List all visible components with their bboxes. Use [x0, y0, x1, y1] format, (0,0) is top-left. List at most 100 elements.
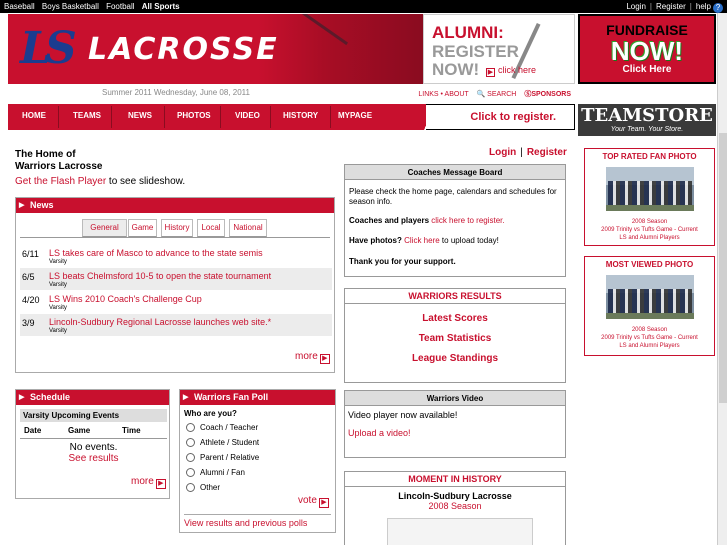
top-register-link[interactable]: Register — [656, 2, 686, 11]
photo-caption[interactable]: 2008 Season 2009 Trinity vs Tufts Game -… — [585, 218, 714, 242]
schedule-header: Schedule — [16, 390, 169, 405]
warriors-results: WARRIORS RESULTS Latest Scores Team Stat… — [344, 288, 566, 383]
teamstore-ad[interactable]: TEAMSTORE Your Team. Your Store. — [578, 104, 716, 136]
radio-button[interactable] — [186, 438, 195, 447]
news-more-link[interactable]: more ▶ — [295, 351, 330, 364]
nav-video[interactable]: VIDEO — [235, 111, 260, 120]
header-banner[interactable]: LS LACROSSE — [8, 14, 423, 84]
coach-message-3: Have photos? Click here to upload today! — [349, 236, 499, 245]
news-item[interactable]: 4/20 LS Wins 2010 Coach's Challenge Cup … — [20, 291, 332, 313]
tab-general[interactable]: General — [82, 219, 127, 237]
alumni-line2: REGISTER — [432, 42, 519, 61]
most-viewed-photo-panel: MOST VIEWED PHOTO 2008 Season 2009 Trini… — [584, 256, 715, 356]
alumni-line1: ALUMNI: — [432, 23, 504, 42]
login-link[interactable]: Login — [489, 147, 516, 158]
sub-header-bar: Summer 2011 Wednesday, June 08, 2011 LIN… — [8, 86, 575, 102]
see-results-link[interactable]: See results — [16, 453, 171, 464]
sports-links: Baseball Boys Basketball Football All Sp… — [4, 2, 185, 11]
poll-option[interactable]: Alumni / Fan — [186, 468, 245, 477]
warriors-video: Warriors Video Video player now availabl… — [344, 390, 566, 458]
radio-button[interactable] — [186, 453, 195, 462]
nav-teams[interactable]: TEAMS — [73, 111, 101, 120]
alumni-line3: NOW! — [432, 60, 480, 79]
sport-link-baseball[interactable]: Baseball — [4, 2, 35, 11]
season-date: Summer 2011 Wednesday, June 08, 2011 — [102, 88, 250, 97]
top-login-link[interactable]: Login — [626, 2, 646, 11]
scrollbar-thumb[interactable] — [719, 133, 727, 403]
click-to-register-bar[interactable]: Click to register. — [426, 104, 575, 130]
alumni-register-ad[interactable]: ALUMNI: REGISTER NOW! ▶ click here — [423, 14, 575, 84]
vote-button[interactable]: vote ▶ — [298, 495, 329, 508]
help-icon[interactable]: ? — [713, 3, 723, 13]
click-to-register-link[interactable]: Click to register. — [470, 111, 556, 123]
page-scrollbar[interactable] — [717, 13, 727, 545]
sport-link-football[interactable]: Football — [106, 2, 134, 11]
tab-local[interactable]: Local — [197, 219, 225, 237]
nav-photos[interactable]: PHOTOS — [177, 111, 211, 120]
register-link[interactable]: Register — [527, 147, 567, 158]
sport-link-boys-basketball[interactable]: Boys Basketball — [42, 2, 99, 11]
top-help-link[interactable]: help — [696, 2, 711, 11]
news-item[interactable]: 3/9 Lincoln-Sudbury Regional Lacrosse la… — [20, 314, 332, 336]
upload-video-link[interactable]: Upload a video! — [345, 424, 565, 442]
fundraise-click-here[interactable]: Click Here — [580, 64, 714, 75]
moment-title: Lincoln-Sudbury Lacrosse — [398, 491, 512, 501]
poll-header: Warriors Fan Poll — [180, 390, 335, 405]
radio-button[interactable] — [186, 483, 195, 492]
nav-home[interactable]: HOME — [22, 111, 46, 120]
nav-news[interactable]: NEWS — [128, 111, 152, 120]
news-headline[interactable]: LS takes care of Masco to advance to the… — [49, 248, 263, 258]
main-nav: HOME TEAMS NEWS PHOTOS VIDEO HISTORY MYP… — [8, 104, 428, 130]
news-header: News — [16, 198, 334, 213]
news-panel: News General Game History Local National… — [15, 197, 335, 373]
tab-national[interactable]: National — [229, 219, 267, 237]
moment-photo[interactable] — [387, 518, 533, 545]
radio-button[interactable] — [186, 468, 195, 477]
alumni-click-here[interactable]: ▶ click here — [486, 65, 536, 77]
poll-option[interactable]: Other — [186, 483, 220, 492]
team-statistics-link[interactable]: Team Statistics — [345, 333, 565, 344]
sport-link-all-sports[interactable]: All Sports — [142, 2, 180, 11]
utility-links: LINKS • ABOUT 🔍 SEARCH ⓈSPONSORS — [418, 89, 571, 99]
team-photo[interactable] — [605, 275, 694, 319]
arrow-right-icon: ▶ — [486, 68, 495, 77]
login-register: Login | Register — [489, 147, 567, 158]
search-link[interactable]: 🔍 SEARCH — [477, 91, 517, 98]
news-item[interactable]: 6/5 LS beats Chelmsford 10-5 to open the… — [20, 268, 332, 290]
nav-mypage[interactable]: MYPAGE — [338, 111, 372, 120]
upload-photo-link[interactable]: Click here — [404, 236, 440, 245]
photo-caption[interactable]: 2008 Season 2009 Trinity vs Tufts Game -… — [585, 326, 714, 350]
links-about-link[interactable]: LINKS • ABOUT — [418, 91, 468, 98]
site-title: LACROSSE — [88, 32, 279, 67]
poll-option[interactable]: Coach / Teacher — [186, 423, 258, 432]
news-headline[interactable]: LS Wins 2010 Coach's Challenge Cup — [49, 294, 202, 304]
moment-header: MOMENT IN HISTORY — [345, 472, 565, 487]
flash-player-link[interactable]: Get the Flash Player — [15, 176, 106, 187]
coach-register-link[interactable]: click here to register. — [431, 216, 504, 225]
view-poll-results-link[interactable]: View results and previous polls — [184, 518, 307, 528]
arrow-right-icon: ▶ — [155, 479, 166, 489]
moment-in-history: MOMENT IN HISTORY Lincoln-Sudbury Lacros… — [344, 471, 566, 545]
search-icon: 🔍 — [476, 91, 486, 98]
radio-button[interactable] — [186, 423, 195, 432]
news-item[interactable]: 6/11 LS takes care of Masco to advance t… — [20, 245, 332, 267]
schedule-more-link[interactable]: more ▶ — [131, 476, 166, 489]
fundraise-ad[interactable]: FUNDRAISE NOW! Click Here — [578, 14, 716, 84]
team-photo[interactable] — [605, 167, 694, 211]
nav-history[interactable]: HISTORY — [283, 111, 318, 120]
coaches-board-header: Coaches Message Board — [345, 165, 565, 180]
news-headline[interactable]: Lincoln-Sudbury Regional Lacrosse launch… — [49, 317, 271, 327]
latest-scores-link[interactable]: Latest Scores — [345, 313, 565, 324]
poll-question: Who are you? — [184, 409, 237, 418]
poll-option[interactable]: Parent / Relative — [186, 453, 259, 462]
tab-history[interactable]: History — [161, 219, 193, 237]
league-standings-link[interactable]: League Standings — [345, 353, 565, 364]
top-bar: Baseball Boys Basketball Football All Sp… — [0, 0, 727, 13]
news-headline[interactable]: LS beats Chelmsford 10-5 to open the sta… — [49, 271, 271, 281]
poll-option[interactable]: Athlete / Student — [186, 438, 259, 447]
sponsors-link[interactable]: ⓈSPONSORS — [524, 91, 571, 98]
tab-game[interactable]: Game — [128, 219, 157, 237]
flash-notice: Get the Flash Player to see slideshow. — [15, 176, 186, 187]
schedule-subheader: Varsity Upcoming Events — [20, 409, 167, 422]
moment-season: 2008 Season — [428, 501, 482, 511]
